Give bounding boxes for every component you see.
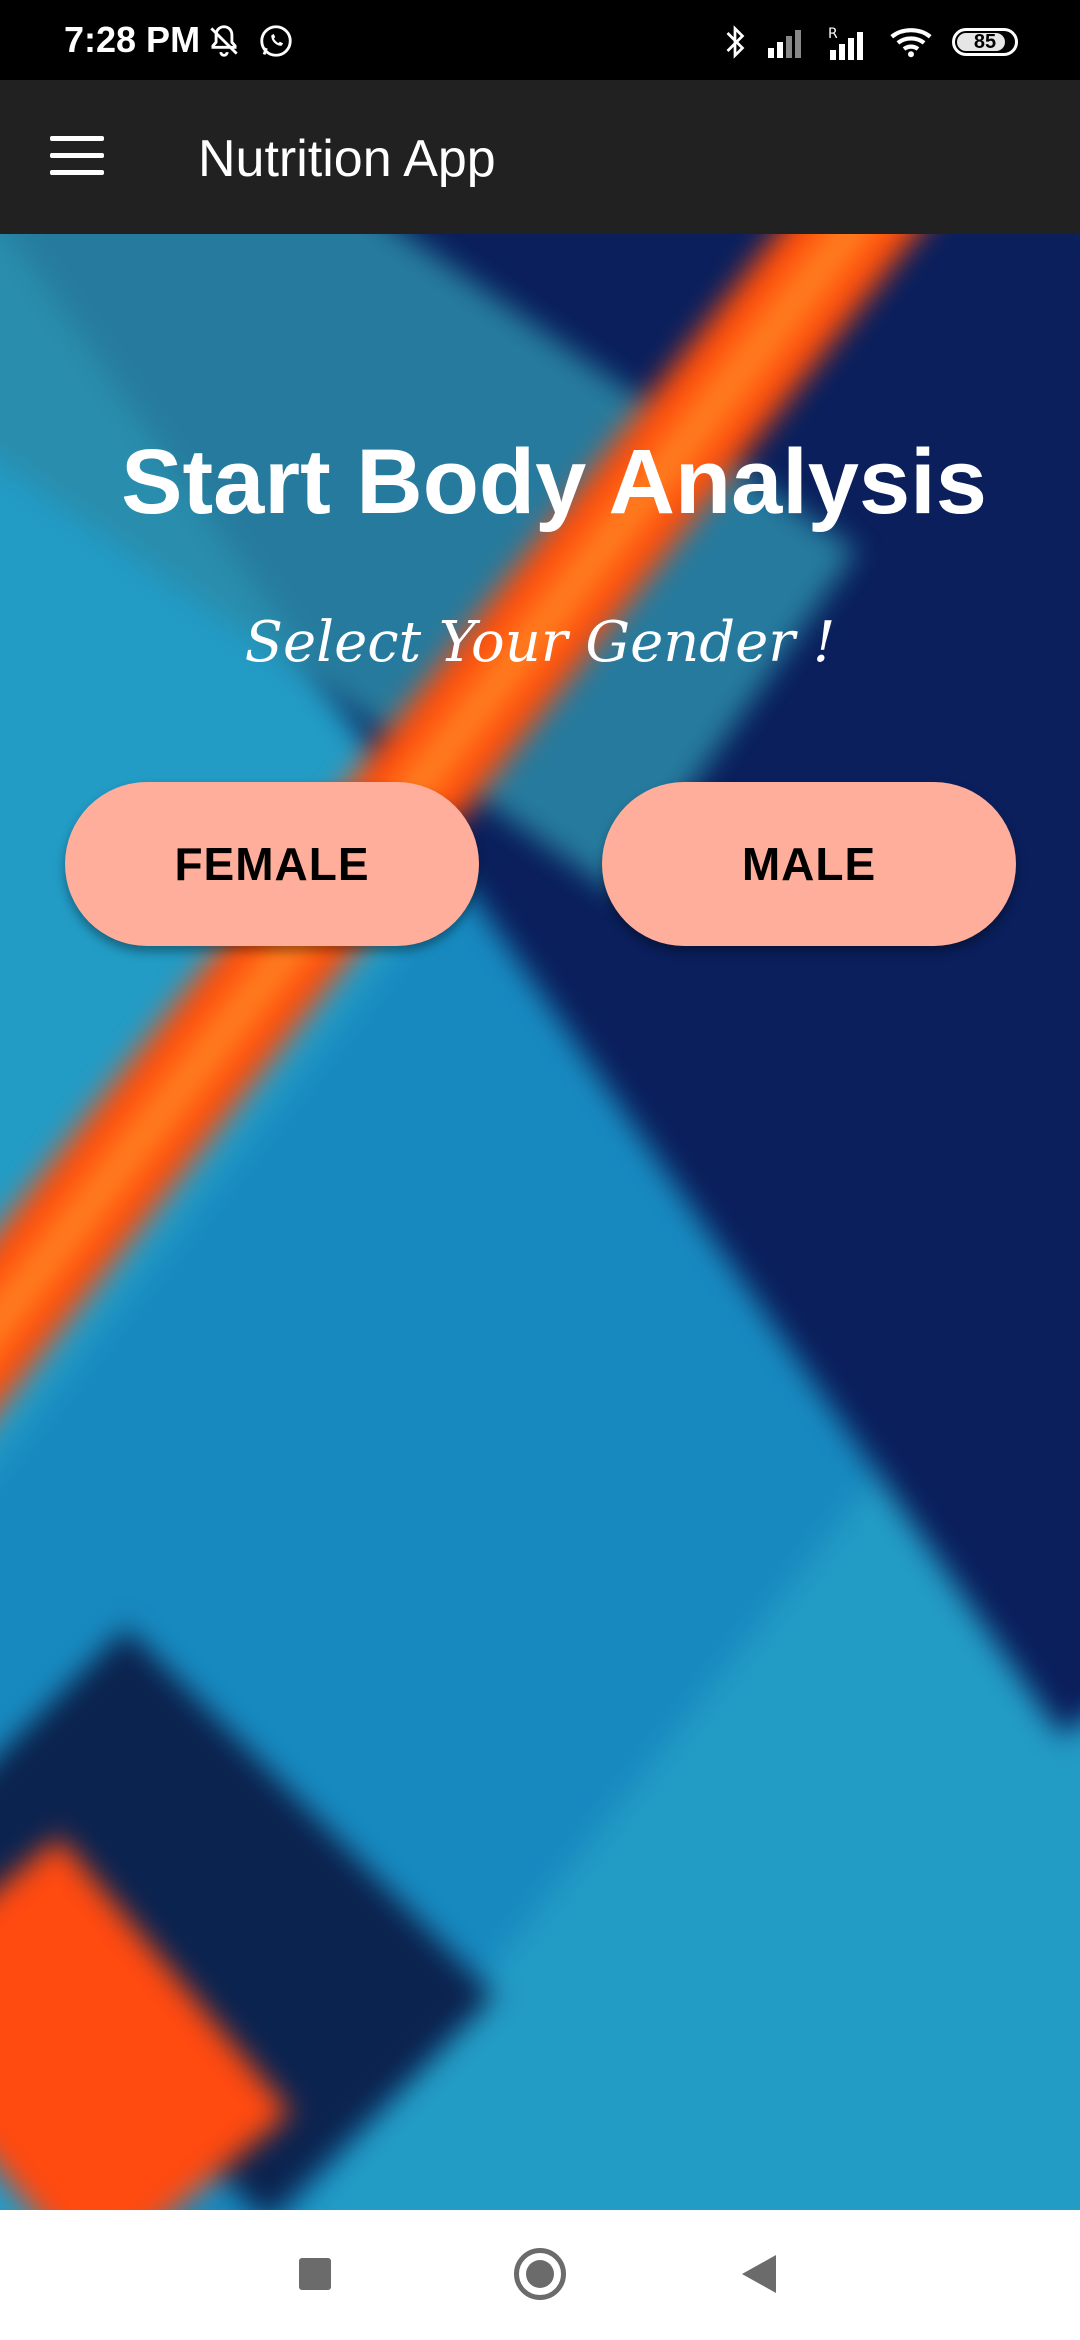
app-bar: Nutrition App: [0, 80, 1080, 234]
status-right-icons: R 85: [722, 24, 1018, 60]
mute-notifications-icon: [210, 25, 238, 57]
main-content: Start Body Analysis Select Your Gender !…: [0, 234, 1080, 2210]
whatsapp-icon: [260, 25, 292, 57]
page-subtitle: Select Your Gender !: [244, 610, 836, 675]
signal-icon: [768, 30, 801, 58]
navigation-bar: [0, 2210, 1080, 2340]
female-button[interactable]: FEMALE: [65, 782, 479, 946]
svg-text:R: R: [828, 26, 838, 42]
home-icon[interactable]: [514, 2248, 566, 2300]
bluetooth-icon: [726, 25, 745, 59]
roaming-signal-icon: R: [828, 26, 863, 60]
hamburger-menu-icon[interactable]: [50, 136, 104, 176]
battery-percentage: 85: [973, 30, 997, 53]
status-left-icons: [205, 22, 295, 60]
screen: 7:28 PM R 85 Nutrition App Start Body An…: [0, 0, 1080, 2340]
app-title: Nutrition App: [198, 130, 496, 188]
male-button[interactable]: MALE: [602, 782, 1016, 946]
back-icon[interactable]: [742, 2255, 776, 2293]
page-title: Start Body Analysis: [121, 431, 987, 533]
recent-apps-icon[interactable]: [299, 2258, 331, 2290]
wifi-icon: [890, 28, 932, 58]
status-time: 7:28 PM: [64, 19, 201, 60]
status-bar: 7:28 PM R 85: [0, 0, 1080, 80]
battery-icon: 85: [952, 28, 1018, 56]
